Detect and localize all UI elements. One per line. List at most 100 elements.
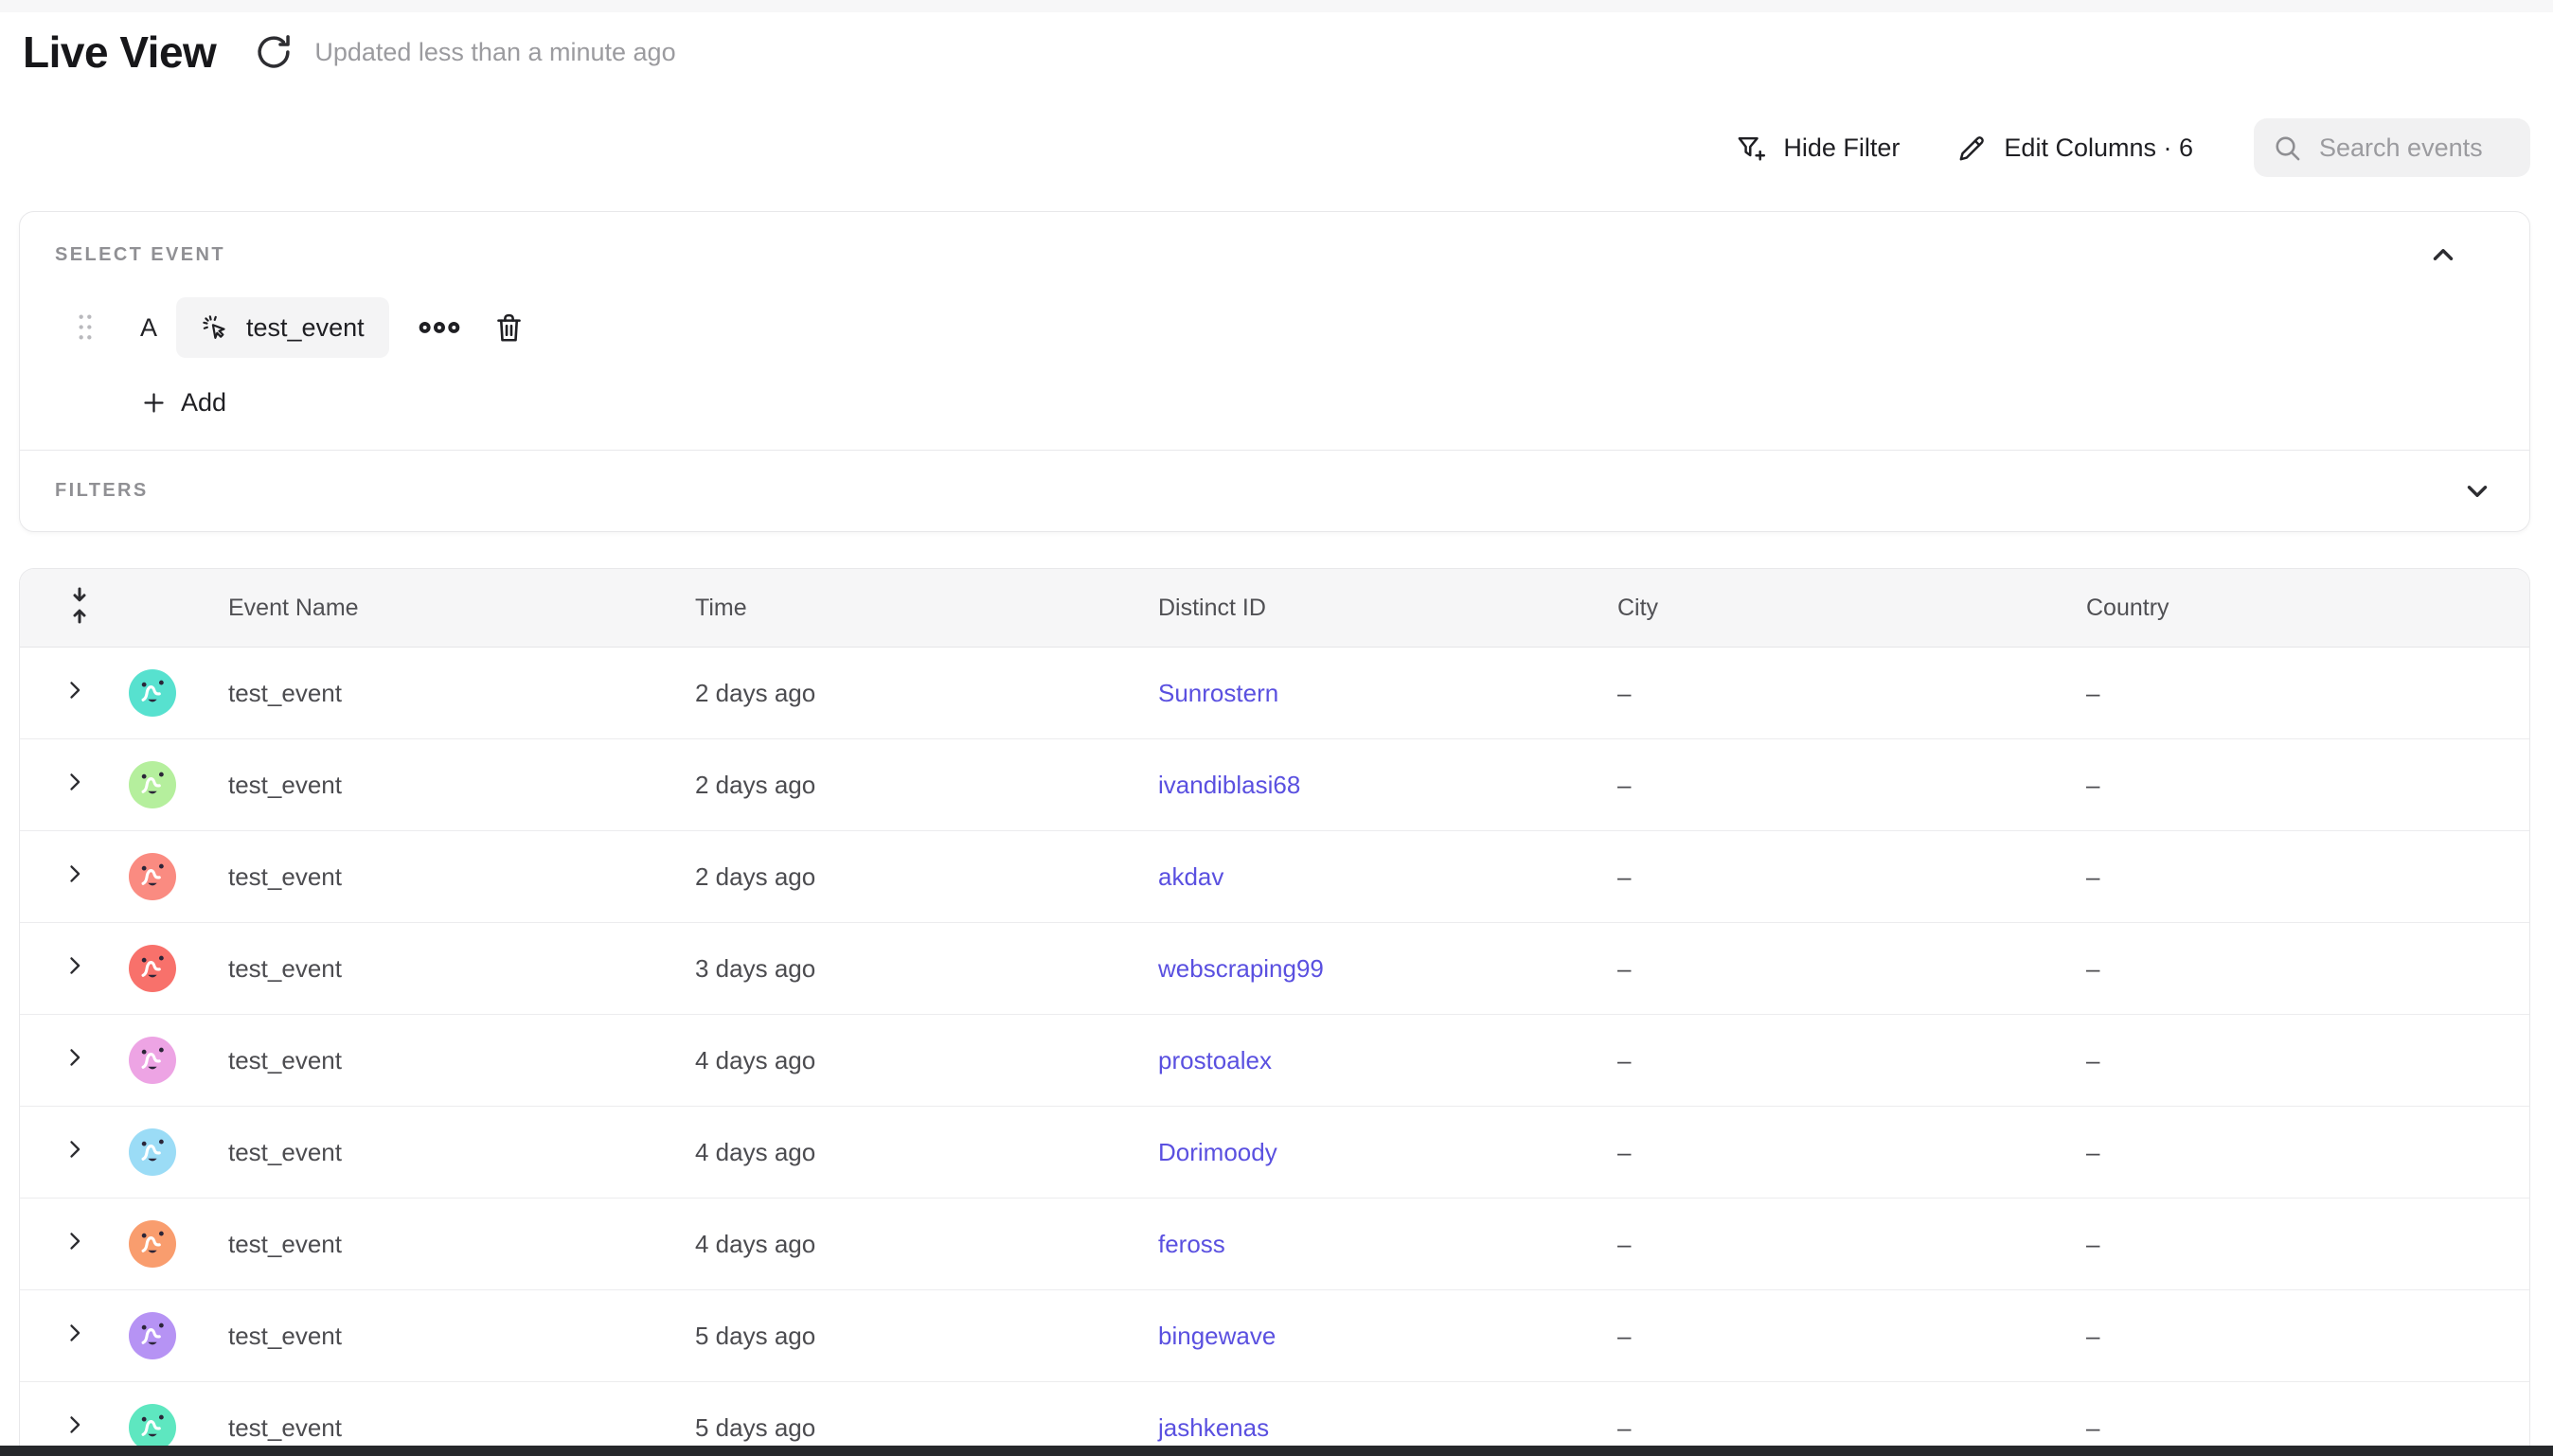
filter-plus-icon xyxy=(1736,133,1767,164)
column-header-distinct-id: Distinct ID xyxy=(1149,595,1608,622)
table-row: test_event 4 days ago prostoalex – – xyxy=(20,1015,2529,1107)
user-avatar[interactable] xyxy=(129,945,176,992)
table-row: test_event 3 days ago webscraping99 – – xyxy=(20,923,2529,1015)
expand-row-button[interactable] xyxy=(62,677,88,703)
country-cell: – xyxy=(2077,862,2530,892)
event-name-cell: test_event xyxy=(219,862,686,892)
event-row-letter: A xyxy=(140,313,157,343)
distinct-id-link[interactable]: ivandiblasi68 xyxy=(1158,771,1300,799)
column-header-time: Time xyxy=(686,595,1149,622)
country-cell: – xyxy=(2077,954,2530,984)
search-box[interactable] xyxy=(2254,118,2530,177)
expand-row-button[interactable] xyxy=(62,861,88,887)
event-chip-label: test_event xyxy=(246,313,365,343)
chevron-right-icon xyxy=(62,952,88,979)
event-name-cell: test_event xyxy=(219,1322,686,1351)
search-icon xyxy=(2273,133,2302,163)
distinct-id-link[interactable]: jashkenas xyxy=(1158,1413,1269,1442)
user-avatar[interactable] xyxy=(129,1220,176,1268)
country-cell: – xyxy=(2077,771,2530,800)
distinct-id-link[interactable]: Sunrostern xyxy=(1158,679,1278,707)
city-cell: – xyxy=(1608,679,2077,708)
filters-label: FILTERS xyxy=(55,480,149,502)
expand-row-button[interactable] xyxy=(62,1320,88,1346)
expand-row-button[interactable] xyxy=(62,952,88,979)
expand-row-button[interactable] xyxy=(62,1228,88,1254)
event-name-cell: test_event xyxy=(219,954,686,984)
search-input[interactable] xyxy=(2319,133,2511,163)
distinct-id-link[interactable]: akdav xyxy=(1158,862,1223,891)
table-row: test_event 5 days ago bingewave – – xyxy=(20,1290,2529,1382)
city-cell: – xyxy=(1608,1138,2077,1167)
page-header: Live View Updated less than a minute ago xyxy=(23,27,676,78)
user-avatar[interactable] xyxy=(129,761,176,808)
time-cell: 3 days ago xyxy=(686,954,1149,984)
table-row: test_event 2 days ago Sunrostern – – xyxy=(20,648,2529,739)
country-cell: – xyxy=(2077,1413,2530,1443)
delete-event-button[interactable] xyxy=(493,311,525,345)
add-button-label: Add xyxy=(181,388,226,417)
edit-columns-button[interactable]: Edit Columns · 6 xyxy=(1956,133,2193,164)
time-cell: 5 days ago xyxy=(686,1413,1149,1443)
country-cell: – xyxy=(2077,1230,2530,1259)
city-cell: – xyxy=(1608,954,2077,984)
country-cell: – xyxy=(2077,1046,2530,1075)
collapse-all-rows-button[interactable] xyxy=(65,584,94,626)
expand-row-button[interactable] xyxy=(62,769,88,795)
trash-icon xyxy=(493,311,525,346)
city-cell: – xyxy=(1608,1413,2077,1443)
event-name-cell: test_event xyxy=(219,1138,686,1167)
city-cell: – xyxy=(1608,862,2077,892)
chevron-right-icon xyxy=(62,677,88,703)
filters-section-header[interactable]: FILTERS xyxy=(20,450,2529,531)
expand-filters-button[interactable] xyxy=(2461,475,2493,507)
pencil-icon xyxy=(1956,133,1988,164)
expand-row-button[interactable] xyxy=(62,1136,88,1163)
time-cell: 4 days ago xyxy=(686,1046,1149,1075)
user-avatar[interactable] xyxy=(129,1404,176,1451)
hide-filter-button[interactable]: Hide Filter xyxy=(1736,133,1900,164)
refresh-icon xyxy=(254,32,294,72)
city-cell: – xyxy=(1608,1046,2077,1075)
country-cell: – xyxy=(2077,679,2530,708)
expand-row-button[interactable] xyxy=(62,1412,88,1438)
user-avatar[interactable] xyxy=(129,1128,176,1176)
time-cell: 2 days ago xyxy=(686,679,1149,708)
add-event-button[interactable]: Add xyxy=(141,388,226,417)
distinct-id-link[interactable]: bingewave xyxy=(1158,1322,1276,1350)
distinct-id-link[interactable]: prostoalex xyxy=(1158,1046,1272,1074)
refresh-button[interactable] xyxy=(254,32,294,72)
event-options-button[interactable] xyxy=(418,318,461,337)
user-avatar[interactable] xyxy=(129,1312,176,1359)
distinct-id-link[interactable]: webscraping99 xyxy=(1158,954,1324,983)
event-row: A test_event xyxy=(20,297,2495,358)
distinct-id-link[interactable]: feross xyxy=(1158,1230,1225,1258)
expand-row-button[interactable] xyxy=(62,1044,88,1071)
collapse-vertical-icon xyxy=(65,584,94,627)
plus-icon xyxy=(141,390,167,416)
event-name-cell: test_event xyxy=(219,1413,686,1443)
cursor-click-icon xyxy=(201,313,230,343)
chevron-right-icon xyxy=(62,1320,88,1346)
select-event-label: SELECT EVENT xyxy=(55,244,225,266)
event-select-chip[interactable]: test_event xyxy=(176,297,389,358)
user-avatar[interactable] xyxy=(129,1037,176,1084)
select-event-section: SELECT EVENT A xyxy=(20,212,2529,450)
user-avatar[interactable] xyxy=(129,669,176,717)
toolbar: Hide Filter Edit Columns · 6 xyxy=(1736,117,2530,178)
country-cell: – xyxy=(2077,1322,2530,1351)
table-row: test_event 4 days ago feross – – xyxy=(20,1199,2529,1290)
page-title: Live View xyxy=(23,27,216,78)
hide-filter-label: Hide Filter xyxy=(1783,133,1900,163)
distinct-id-link[interactable]: Dorimoody xyxy=(1158,1138,1277,1166)
bottom-edge-bar xyxy=(0,1446,2553,1456)
time-cell: 2 days ago xyxy=(686,862,1149,892)
collapse-section-button[interactable] xyxy=(2427,239,2459,271)
city-cell: – xyxy=(1608,1322,2077,1351)
table-row: test_event 2 days ago akdav – – xyxy=(20,831,2529,923)
user-avatar[interactable] xyxy=(129,853,176,900)
chevron-right-icon xyxy=(62,1044,88,1071)
drag-handle-icon[interactable] xyxy=(73,309,98,346)
chevron-right-icon xyxy=(62,1228,88,1254)
query-builder-card: SELECT EVENT A xyxy=(19,211,2530,532)
